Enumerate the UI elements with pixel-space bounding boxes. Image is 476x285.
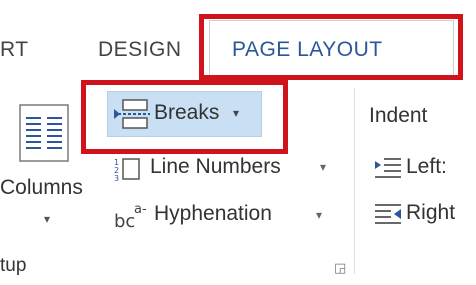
highlight-box-page-layout	[199, 14, 463, 80]
group-separator	[354, 88, 355, 274]
indent-left-icon	[375, 158, 401, 178]
hyphenation-dropdown-arrow-icon: ▾	[316, 208, 323, 222]
line-numbers-label: Line Numbers	[150, 155, 281, 178]
hyphenation-label: Hyphenation	[154, 202, 272, 225]
indent-right-label: Right	[406, 201, 456, 224]
svg-text:bc: bc	[114, 211, 135, 230]
svg-text:a-: a-	[134, 202, 147, 217]
svg-text:3: 3	[114, 174, 119, 182]
indent-right-icon	[375, 204, 401, 224]
indent-left-label: Left:	[406, 155, 447, 178]
indent-heading: Indent	[369, 104, 428, 127]
highlight-box-breaks	[81, 80, 288, 154]
columns-icon	[19, 104, 69, 162]
indent-left-field[interactable]: Left:	[372, 150, 476, 184]
hyphenation-button[interactable]: bc a- Hyphenation ▾	[110, 196, 340, 234]
word-ribbon: RT DESIGN PAGE LAYOUT Columns ▾ Breaks ▾…	[0, 0, 476, 285]
line-numbers-button[interactable]: 1 2 3 Line Numbers ▾	[110, 150, 340, 186]
line-numbers-dropdown-arrow-icon: ▾	[320, 160, 327, 174]
columns-dropdown-arrow-icon: ▾	[44, 212, 51, 226]
columns-label: Columns	[0, 176, 83, 199]
indent-right-field[interactable]: Right	[372, 196, 476, 230]
tab-design[interactable]: DESIGN	[98, 38, 182, 62]
tab-references-partial[interactable]: RT	[0, 38, 29, 62]
hyphenation-icon: bc a-	[114, 202, 147, 230]
page-setup-dialog-launcher-icon[interactable]: ◲	[334, 260, 346, 276]
line-numbers-icon: 1 2 3	[114, 158, 140, 182]
page-setup-group-label: tup	[0, 255, 27, 276]
